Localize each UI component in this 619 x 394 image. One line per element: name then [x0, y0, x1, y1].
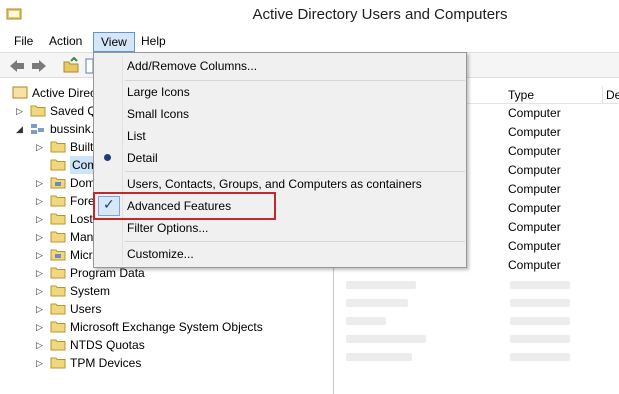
radio-bullet-icon — [104, 154, 111, 161]
expand-arrow-icon[interactable]: ▷ — [36, 336, 46, 354]
expand-arrow-icon[interactable]: ▷ — [36, 282, 46, 300]
folder-icon — [50, 303, 66, 315]
folder-icon — [50, 321, 66, 333]
faded-row — [346, 334, 586, 346]
column-header-description[interactable]: De — [606, 88, 619, 102]
list-row-type[interactable]: Computer — [508, 123, 561, 142]
list-row-type[interactable]: Computer — [508, 237, 561, 256]
back-arrow-icon[interactable] — [8, 57, 26, 75]
menu-bar: File Action View Help — [0, 30, 619, 52]
list-row-type[interactable]: Computer — [508, 218, 561, 237]
expand-arrow-icon[interactable]: ▷ — [36, 174, 46, 192]
menu-customize[interactable]: Customize... — [127, 244, 194, 264]
folder-icon — [30, 105, 46, 117]
ou-folder-icon — [50, 249, 66, 261]
list-row-type[interactable]: Computer — [508, 142, 561, 161]
list-row-type[interactable]: Computer — [508, 161, 561, 180]
expand-arrow-icon[interactable]: ▷ — [36, 264, 46, 282]
expand-arrow-icon[interactable]: ▷ — [36, 246, 46, 264]
forward-arrow-icon[interactable] — [30, 57, 48, 75]
expand-arrow-icon[interactable]: ▷ — [16, 102, 26, 120]
menu-filter-options[interactable]: Filter Options... — [127, 218, 208, 238]
expand-arrow-icon[interactable]: ▷ — [36, 228, 46, 246]
menu-action[interactable]: Action — [42, 32, 89, 52]
column-header-type[interactable]: Type — [508, 88, 534, 102]
highlight-box — [93, 192, 276, 220]
menu-containers[interactable]: Users, Contacts, Groups, and Computers a… — [127, 174, 422, 194]
view-dropdown-menu: Add/Remove Columns... Large Icons Small … — [93, 52, 467, 268]
faded-row — [346, 298, 586, 310]
folder-icon — [50, 285, 66, 297]
list-row-type[interactable]: Computer — [508, 180, 561, 199]
folder-icon — [50, 141, 66, 153]
folder-icon — [50, 159, 66, 171]
expand-arrow-icon[interactable]: ▷ — [36, 318, 46, 336]
column-divider[interactable] — [602, 86, 603, 104]
folder-icon — [50, 339, 66, 351]
domain-icon — [31, 124, 44, 134]
folder-icon — [50, 195, 66, 207]
menu-small-icons[interactable]: Small Icons — [127, 104, 189, 124]
faded-row — [346, 316, 586, 328]
expand-arrow-icon[interactable]: ▷ — [36, 192, 46, 210]
expand-arrow-icon[interactable]: ▷ — [36, 138, 46, 156]
folder-icon — [50, 357, 66, 369]
ad-root-icon — [12, 86, 28, 99]
folder-icon — [50, 213, 66, 225]
expand-arrow-icon[interactable]: ▷ — [36, 210, 46, 228]
faded-row — [346, 352, 586, 364]
list-row-type[interactable]: Computer — [508, 199, 561, 218]
folder-icon — [50, 231, 66, 243]
up-folder-icon[interactable] — [62, 57, 80, 75]
menu-list[interactable]: List — [127, 126, 146, 146]
menu-separator — [125, 171, 465, 172]
menu-file[interactable]: File — [7, 32, 40, 52]
list-row-type[interactable]: Computer — [508, 104, 561, 123]
menu-gutter — [122, 55, 123, 265]
menu-large-icons[interactable]: Large Icons — [127, 82, 190, 102]
collapse-arrow-icon[interactable]: ◢ — [16, 120, 26, 138]
faded-row — [346, 280, 586, 292]
expand-arrow-icon[interactable]: ▷ — [36, 354, 46, 372]
menu-detail[interactable]: Detail — [127, 148, 158, 168]
ou-folder-icon — [50, 177, 66, 189]
menu-help[interactable]: Help — [134, 32, 173, 52]
menu-add-remove-columns[interactable]: Add/Remove Columns... — [127, 56, 257, 76]
menu-view[interactable]: View — [93, 32, 135, 52]
title-bar: Active Directory Users and Computers — [0, 0, 619, 30]
menu-separator — [125, 80, 465, 81]
folder-icon — [50, 267, 66, 279]
expand-arrow-icon[interactable]: ▷ — [36, 300, 46, 318]
list-row-type[interactable]: Computer — [508, 256, 561, 275]
window-title: Active Directory Users and Computers — [252, 6, 508, 23]
menu-separator — [125, 241, 465, 242]
